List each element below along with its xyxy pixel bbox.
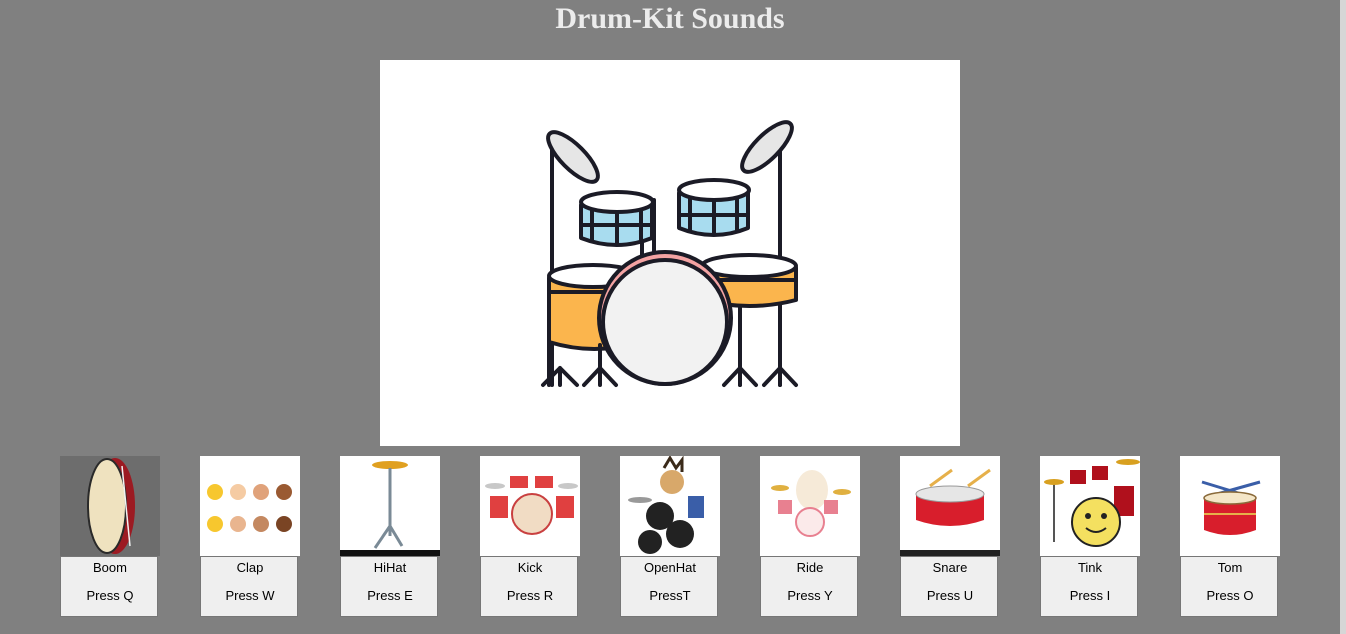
pad-name: HiHat	[373, 560, 407, 575]
pad-key-hint: Press E	[367, 588, 413, 603]
pad-name: Ride	[796, 560, 824, 575]
drum-kit-illustration	[541, 120, 798, 387]
pad-key-hint: Press O	[1206, 588, 1254, 603]
pad-key-hint: PressT	[649, 588, 691, 603]
page-title: Drum-Kit Sounds	[555, 2, 785, 35]
snare-drum-icon	[900, 456, 1000, 556]
pad-key-hint: Press Y	[787, 588, 833, 603]
pad-key-hint: Press I	[1069, 588, 1111, 603]
clapping-hands-icon	[200, 456, 300, 556]
clap-key-button[interactable]: Clap Press W	[200, 556, 298, 617]
red-drum-kit-icon	[480, 456, 580, 556]
pad-key-hint: Press R	[506, 588, 554, 603]
hihat-key-button[interactable]: HiHat Press E	[340, 556, 438, 617]
pad-key-hint: Press W	[225, 588, 275, 603]
drum-pad-row: Boom Press Q Clap Press W HiHat Press E …	[0, 456, 1346, 626]
pad-key-hint: Press Q	[86, 588, 134, 603]
pad-name: Boom	[93, 560, 127, 575]
ride-drum-kit-icon	[760, 456, 860, 556]
kick-key-button[interactable]: Kick Press R	[480, 556, 578, 617]
pad-name: OpenHat	[643, 560, 697, 575]
cartoon-drummer-icon	[620, 456, 720, 556]
pad-key-hint: Press U	[926, 588, 974, 603]
pad-name: Tink	[1077, 560, 1103, 575]
tom-drum-icon	[1180, 456, 1280, 556]
drum-kit-hero-image	[380, 60, 960, 446]
openhat-key-button[interactable]: OpenHat PressT	[620, 556, 718, 617]
smiling-drum-kit-icon	[1040, 456, 1140, 556]
pad-name: Tom	[1217, 560, 1243, 575]
hihat-stand-icon	[340, 456, 440, 556]
tom-key-button[interactable]: Tom Press O	[1180, 556, 1278, 617]
pad-name: Snare	[932, 560, 968, 575]
boom-key-button[interactable]: Boom Press Q	[60, 556, 158, 617]
pad-name: Kick	[517, 560, 543, 575]
snare-key-button[interactable]: Snare Press U	[900, 556, 998, 617]
ride-key-button[interactable]: Ride Press Y	[760, 556, 858, 617]
tink-key-button[interactable]: Tink Press I	[1040, 556, 1138, 617]
tambourine-drum-icon	[60, 456, 160, 556]
vertical-scrollbar[interactable]	[1340, 0, 1346, 634]
pad-name: Clap	[236, 560, 264, 575]
